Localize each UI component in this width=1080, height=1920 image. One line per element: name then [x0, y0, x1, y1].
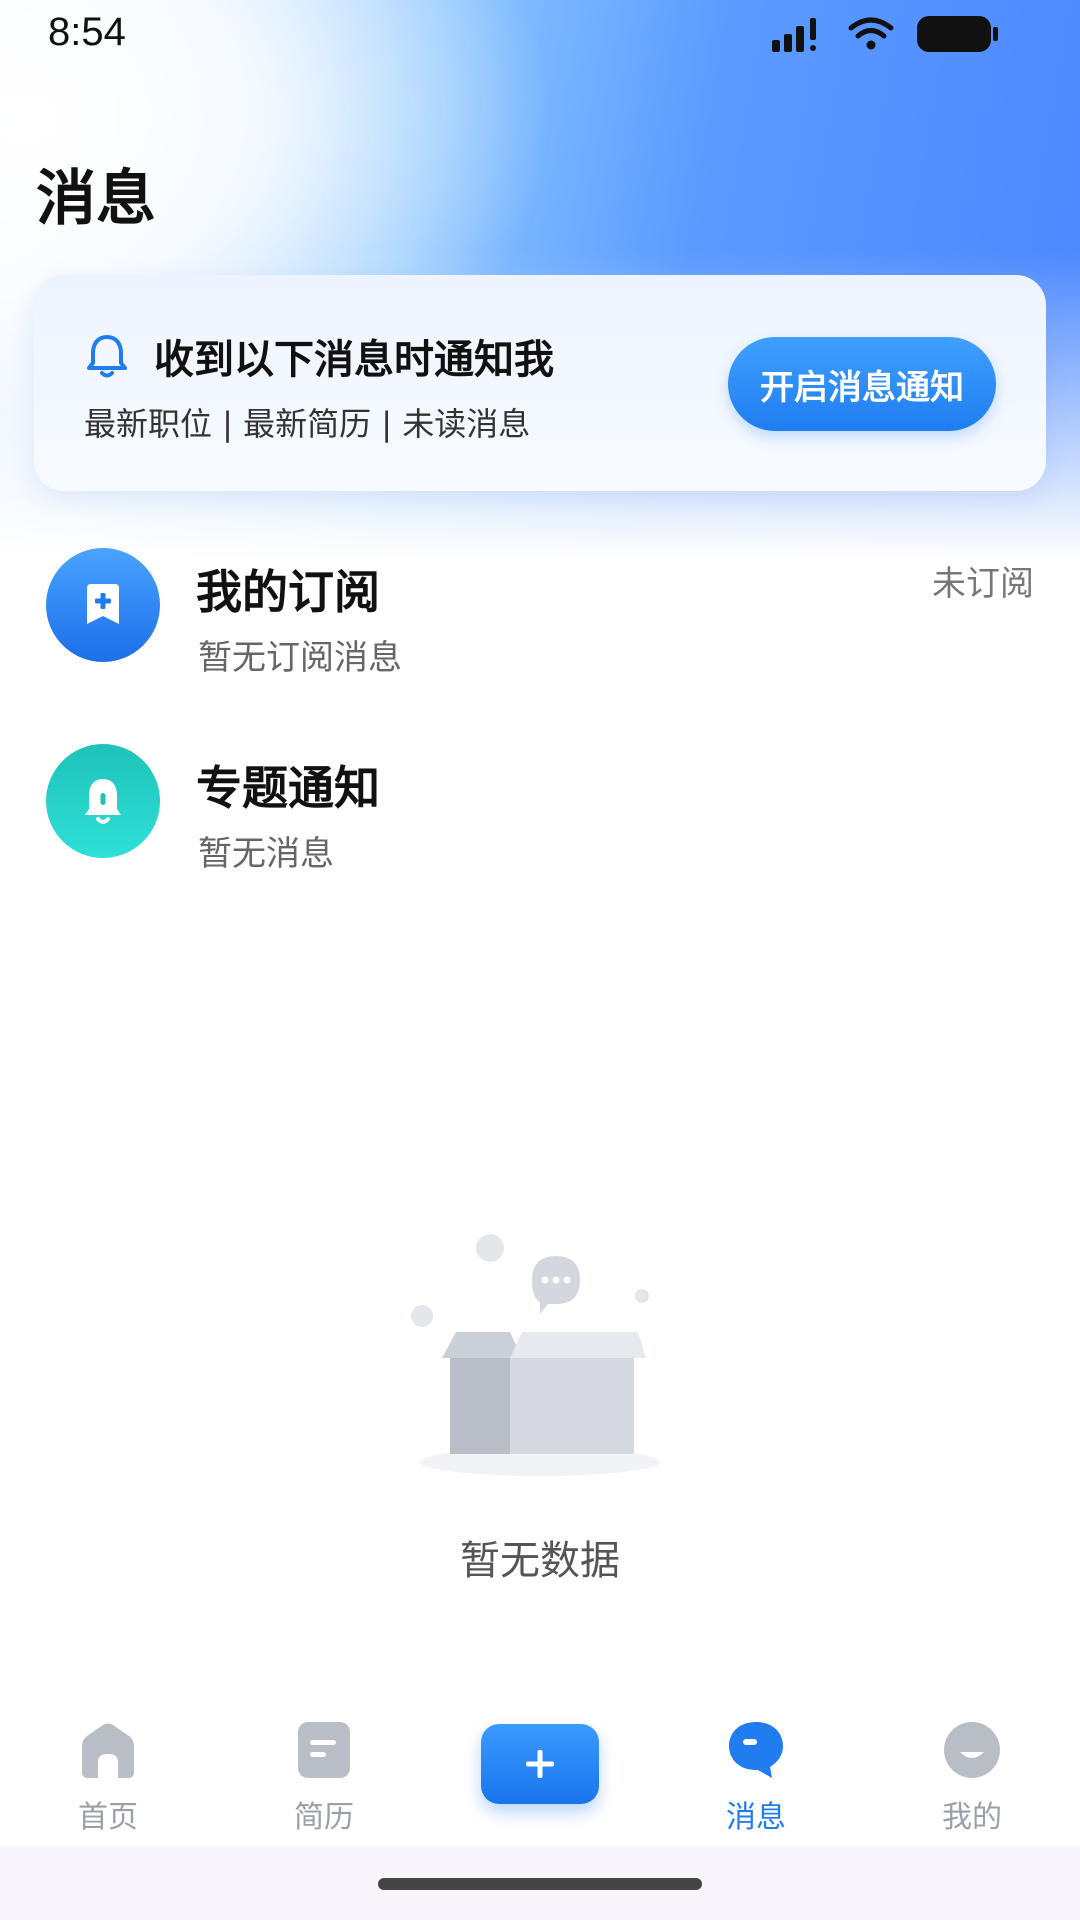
resume-icon — [298, 1722, 350, 1778]
notification-card: 收到以下消息时通知我 最新职位 | 最新简历 | 未读消息 开启消息通知 — [34, 275, 1046, 491]
home-icon — [82, 1723, 134, 1778]
plus-icon — [526, 1750, 554, 1778]
list-item-subtitle: 暂无订阅消息 — [198, 638, 402, 678]
tab-home[interactable]: 首页 — [48, 1720, 168, 1840]
status-bar: 8:54 — [0, 0, 1080, 72]
battery-icon — [917, 16, 998, 52]
subscription-avatar — [46, 548, 160, 662]
tab-resume[interactable]: 简历 — [264, 1720, 384, 1840]
list-item-subscription[interactable]: 我的订阅 暂无订阅消息 未订阅 — [0, 548, 1080, 718]
notification-card-title: 收到以下消息时通知我 — [154, 337, 554, 383]
signal-icon — [772, 18, 816, 52]
tab-label: 消息 — [726, 1800, 786, 1835]
tab-label: 首页 — [78, 1800, 138, 1835]
home-indicator[interactable] — [378, 1878, 702, 1890]
tab-label: 我的 — [942, 1800, 1002, 1835]
enable-notification-button[interactable]: 开启消息通知 — [728, 337, 996, 431]
bell-icon — [85, 779, 121, 824]
list-item-title: 我的订阅 — [196, 565, 380, 619]
status-icons — [770, 14, 1000, 54]
empty-state-text: 暂无数据 — [460, 1538, 620, 1584]
list-item-subtitle: 暂无消息 — [198, 834, 334, 874]
empty-state-illustration — [380, 1220, 700, 1520]
bell-icon — [87, 335, 127, 378]
status-time: 8:54 — [48, 10, 126, 54]
list-item-title: 专题通知 — [196, 761, 380, 815]
notification-card-subtitle: 最新职位 | 最新简历 | 未读消息 — [84, 405, 531, 443]
empty-box-icon — [411, 1234, 660, 1476]
message-icon — [729, 1722, 783, 1778]
bottom-tab-bar: 首页 简历 消息 我的 — [0, 1706, 1080, 1836]
profile-icon — [944, 1722, 1000, 1778]
tab-profile[interactable]: 我的 — [912, 1720, 1032, 1840]
list-item-topic-notice[interactable]: 专题通知 暂无消息 — [0, 744, 1080, 914]
subscription-status: 未订阅 — [932, 564, 1034, 604]
topic-notice-avatar — [46, 744, 160, 858]
tab-messages[interactable]: 消息 — [696, 1720, 816, 1840]
tab-label: 简历 — [294, 1800, 354, 1835]
wifi-icon — [848, 17, 894, 50]
bookmark-plus-icon — [87, 584, 119, 624]
page-title: 消息 — [36, 164, 156, 234]
add-button[interactable] — [481, 1724, 599, 1804]
